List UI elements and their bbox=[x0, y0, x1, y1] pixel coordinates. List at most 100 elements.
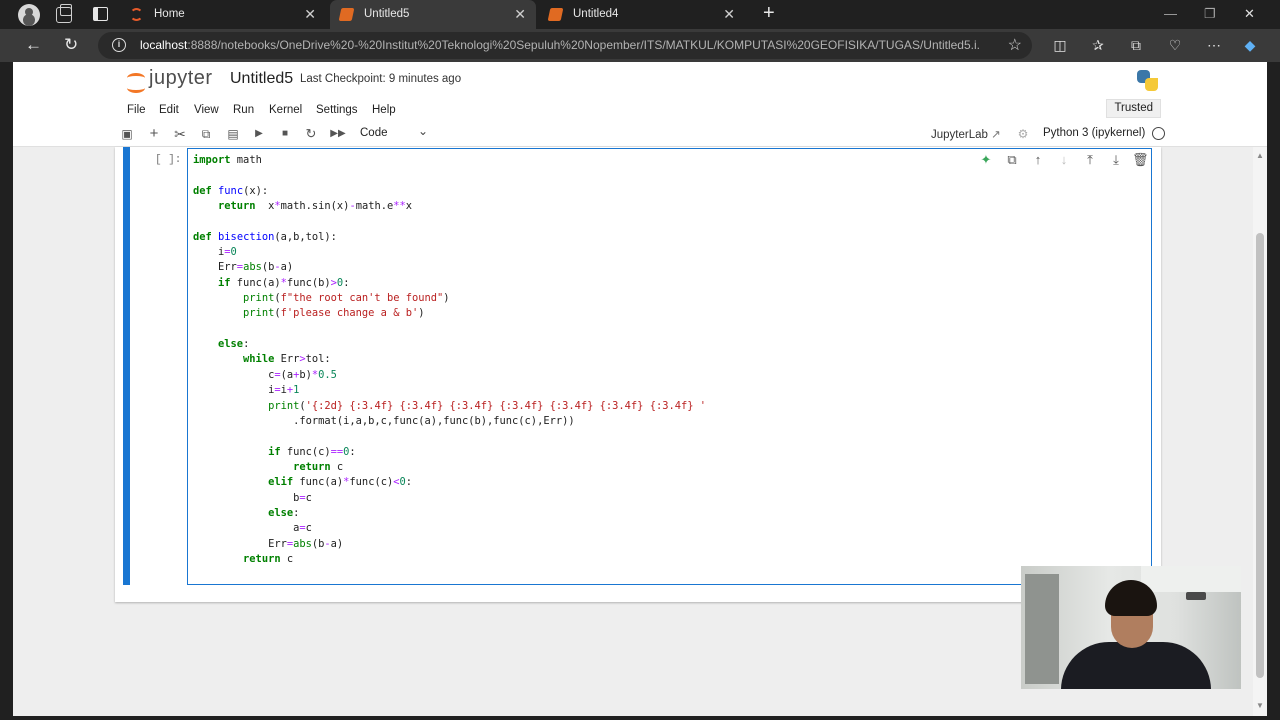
scroll-down-icon[interactable]: ▼ bbox=[1256, 701, 1264, 710]
code-line[interactable]: if func(a)*func(b)>0: bbox=[193, 276, 706, 291]
code-line[interactable]: def bisection(a,b,tol): bbox=[193, 230, 706, 245]
code-line[interactable]: print(f"the root can't be found") bbox=[193, 291, 706, 306]
jupyterlab-link[interactable]: JupyterLab ↗ bbox=[931, 127, 1001, 141]
browser-tab-untitled5[interactable]: Untitled5 ✕ bbox=[330, 0, 536, 29]
refresh-button[interactable]: ↻ bbox=[64, 35, 78, 55]
browser-toolbar: ← ↻ i localhost:8888/notebooks/OneDrive%… bbox=[0, 29, 1280, 62]
delete-cell-icon[interactable]: 🗑 bbox=[1132, 152, 1149, 168]
scrollbar-thumb[interactable] bbox=[1256, 233, 1264, 678]
webcam-door bbox=[1025, 574, 1059, 684]
paste-icon[interactable]: ▤ bbox=[225, 126, 241, 142]
copilot-icon[interactable]: ◆ bbox=[1241, 36, 1259, 54]
move-down-icon[interactable]: ↓ bbox=[1056, 152, 1072, 168]
code-line[interactable]: i=0 bbox=[193, 245, 706, 260]
browser-tab-home[interactable]: Home ✕ bbox=[120, 0, 326, 29]
address-bar[interactable]: i localhost:8888/notebooks/OneDrive%20-%… bbox=[98, 32, 1032, 59]
restart-icon[interactable]: ↻ bbox=[303, 126, 319, 142]
code-cell-editor[interactable]: import math def func(x): return x*math.s… bbox=[187, 148, 1152, 585]
stop-icon[interactable]: ■ bbox=[277, 126, 293, 142]
insert-above-icon[interactable]: ⤒ bbox=[1082, 152, 1098, 168]
browser-tab-untitled4[interactable]: Untitled4 ✕ bbox=[539, 0, 745, 29]
cell-type-select[interactable]: Code bbox=[360, 127, 388, 139]
code-line[interactable]: elif func(a)*func(c)<0: bbox=[193, 475, 706, 490]
webcam-light-fixture bbox=[1186, 592, 1206, 600]
minimize-button[interactable]: — bbox=[1164, 6, 1177, 21]
scroll-up-icon[interactable]: ▲ bbox=[1256, 151, 1264, 160]
code-line[interactable]: print('{:2d} {:3.4f} {:3.4f} {:3.4f} {:3… bbox=[193, 399, 706, 414]
ai-sparkle-icon[interactable]: ✦ bbox=[978, 152, 994, 168]
code-line[interactable]: c=(a+b)*0.5 bbox=[193, 368, 706, 383]
back-button[interactable]: ← bbox=[25, 35, 42, 55]
close-icon[interactable]: ✕ bbox=[514, 0, 526, 29]
code-line[interactable]: Err=abs(b-a) bbox=[193, 260, 706, 275]
code-line[interactable] bbox=[193, 322, 706, 337]
code-line[interactable]: return c bbox=[193, 552, 706, 567]
code-line[interactable]: .format(i,a,b,c,func(a),func(b),func(c),… bbox=[193, 414, 706, 429]
collections-icon[interactable]: ⧉ bbox=[1127, 36, 1145, 54]
code-line[interactable]: print(f'please change a & b') bbox=[193, 306, 706, 321]
copy-icon[interactable]: ⧉ bbox=[198, 126, 214, 142]
close-icon[interactable]: ✕ bbox=[723, 0, 735, 29]
code-line[interactable]: while Err>tol: bbox=[193, 352, 706, 367]
url-text[interactable]: localhost:8888/notebooks/OneDrive%20-%20… bbox=[140, 38, 980, 52]
notebook-name[interactable]: Untitled5 bbox=[230, 70, 293, 88]
vertical-scrollbar[interactable]: ▲ ▼ bbox=[1253, 147, 1267, 716]
menu-help[interactable]: Help bbox=[372, 104, 396, 116]
fast-forward-icon[interactable]: ▶▶ bbox=[330, 126, 346, 142]
menu-kernel[interactable]: Kernel bbox=[269, 104, 302, 116]
code-line[interactable] bbox=[193, 214, 706, 229]
menu-run[interactable]: Run bbox=[233, 104, 254, 116]
code-line[interactable]: Err=abs(b-a) bbox=[193, 537, 706, 552]
kernel-status-icon bbox=[1152, 127, 1165, 140]
code-line[interactable]: if func(c)==0: bbox=[193, 445, 706, 460]
code-line[interactable]: return x*math.sin(x)-math.e**x bbox=[193, 199, 706, 214]
browser-essentials-icon[interactable]: ♡ bbox=[1166, 36, 1184, 54]
move-up-icon[interactable]: ↑ bbox=[1030, 152, 1046, 168]
window-close-button[interactable]: ✕ bbox=[1244, 6, 1255, 22]
chevron-down-icon[interactable]: ⌄ bbox=[418, 124, 428, 138]
insert-below-icon[interactable]: ⤓ bbox=[1108, 152, 1124, 168]
favorite-star-icon[interactable]: ☆ bbox=[1008, 35, 1022, 55]
code-line[interactable]: import math bbox=[193, 153, 706, 168]
menu-file[interactable]: File bbox=[127, 104, 146, 116]
code-line[interactable] bbox=[193, 429, 706, 444]
code-line[interactable] bbox=[193, 168, 706, 183]
menu-edit[interactable]: Edit bbox=[159, 104, 179, 116]
new-tab-button[interactable]: + bbox=[763, 2, 775, 25]
code-source[interactable]: import math def func(x): return x*math.s… bbox=[193, 153, 706, 567]
code-line[interactable]: def func(x): bbox=[193, 184, 706, 199]
jupyter-header: jupyter Untitled5 Last Checkpoint: 9 min… bbox=[13, 62, 1267, 98]
restore-button[interactable]: ❐ bbox=[1204, 6, 1216, 22]
more-menu-icon[interactable]: ⋯ bbox=[1205, 36, 1223, 54]
menu-view[interactable]: View bbox=[194, 104, 219, 116]
run-icon[interactable]: ▶ bbox=[251, 126, 267, 142]
close-icon[interactable]: ✕ bbox=[304, 0, 316, 29]
cut-icon[interactable]: ✂ bbox=[172, 126, 188, 142]
active-cell-indicator[interactable] bbox=[123, 147, 130, 585]
code-line[interactable]: i=i+1 bbox=[193, 383, 706, 398]
code-line[interactable]: else: bbox=[193, 506, 706, 521]
trusted-badge[interactable]: Trusted bbox=[1106, 99, 1161, 118]
external-link-icon: ↗ bbox=[991, 129, 1001, 141]
code-line[interactable]: a=c bbox=[193, 521, 706, 536]
url-path: :8888/notebooks/OneDrive%20-%20Institut%… bbox=[187, 38, 980, 52]
profile-icon[interactable] bbox=[18, 4, 40, 26]
jupyter-logo-text: jupyter bbox=[149, 67, 213, 89]
workspaces-icon[interactable] bbox=[56, 4, 72, 23]
vertical-tabs-icon[interactable] bbox=[93, 7, 108, 21]
favorites-icon[interactable]: ✰ bbox=[1089, 36, 1107, 54]
last-checkpoint: Last Checkpoint: 9 minutes ago bbox=[300, 73, 462, 85]
add-cell-icon[interactable]: + bbox=[146, 126, 162, 142]
code-line[interactable]: b=c bbox=[193, 491, 706, 506]
kernel-settings-icon[interactable]: ⚙ bbox=[1015, 126, 1031, 142]
split-screen-icon[interactable]: ◫ bbox=[1051, 36, 1069, 54]
save-icon[interactable]: ▣ bbox=[119, 126, 135, 142]
site-info-icon[interactable]: i bbox=[112, 38, 126, 52]
jupyter-logo[interactable]: jupyter bbox=[126, 67, 224, 94]
code-line[interactable]: else: bbox=[193, 337, 706, 352]
code-line[interactable]: return c bbox=[193, 460, 706, 475]
duplicate-cell-icon[interactable]: ⧉ bbox=[1004, 152, 1020, 168]
kernel-name[interactable]: Python 3 (ipykernel) bbox=[1043, 127, 1145, 139]
menu-settings[interactable]: Settings bbox=[316, 104, 358, 116]
notebook-panel: [ ]: import math def func(x): return x*m… bbox=[115, 147, 1161, 602]
